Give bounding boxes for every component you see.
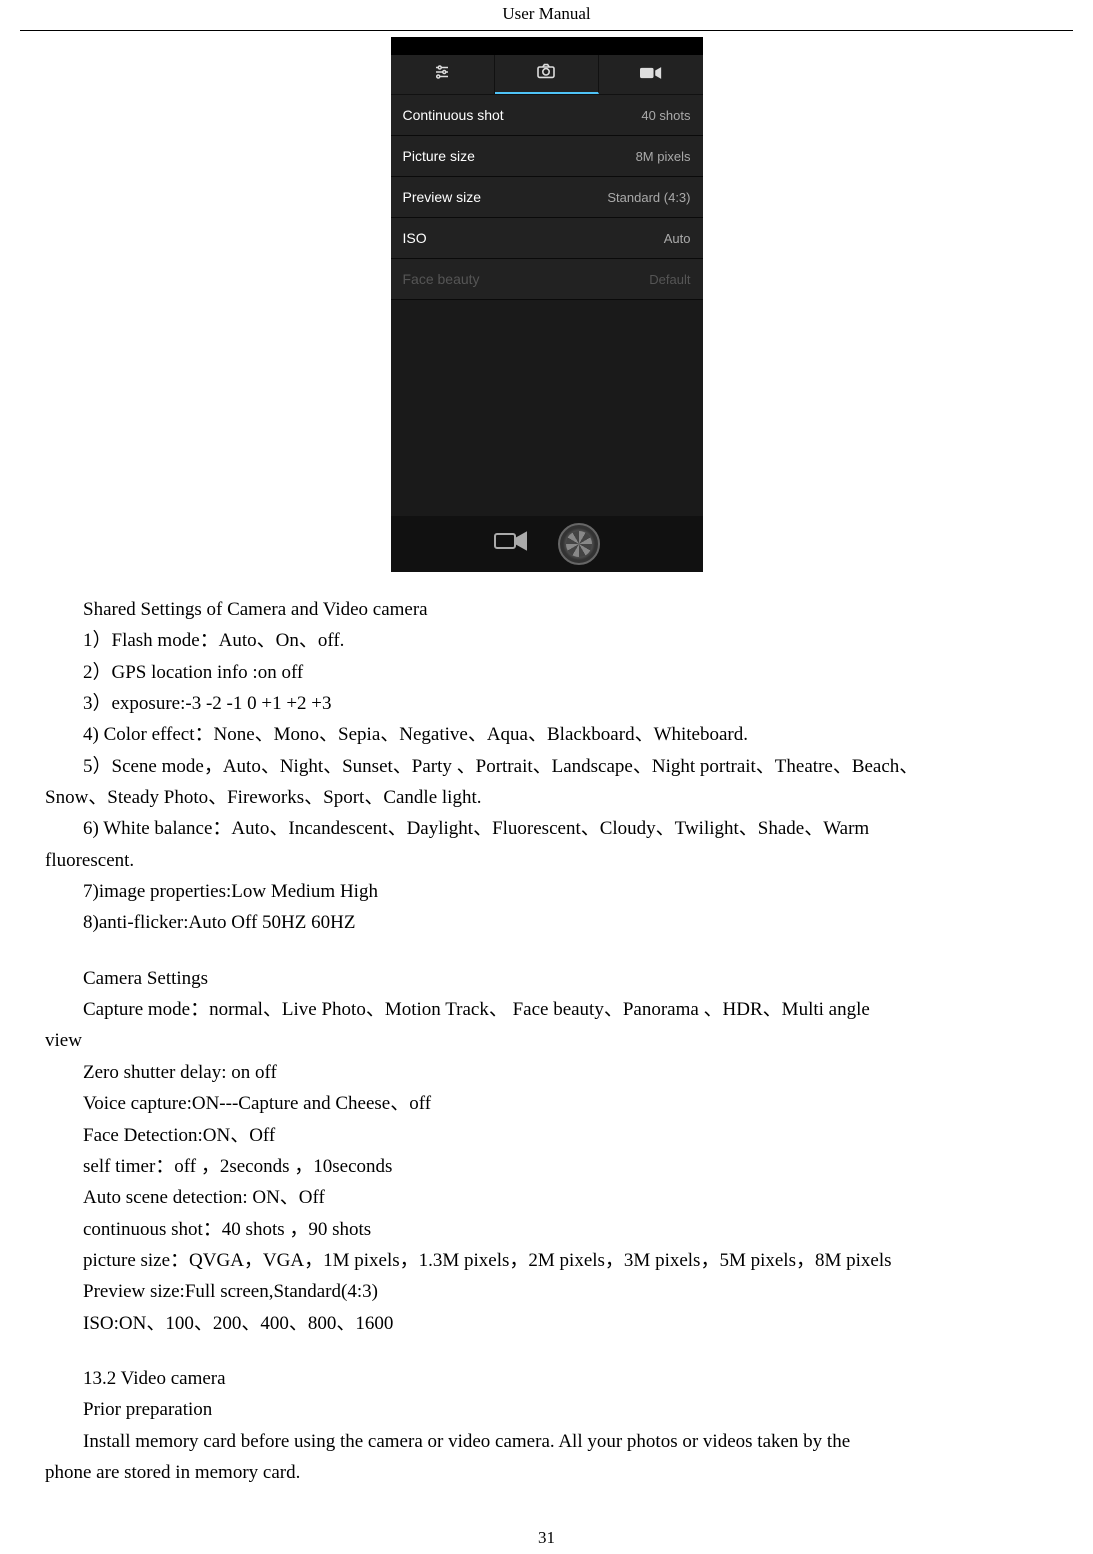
status-bar xyxy=(391,37,703,55)
section-13-2: 13.2 Video camera xyxy=(45,1363,1048,1394)
row-label: ISO xyxy=(403,230,427,246)
row-picture-size[interactable]: Picture size 8M pixels xyxy=(391,136,703,177)
content-body: Shared Settings of Camera and Video came… xyxy=(0,594,1093,1488)
row-value: Standard (4:3) xyxy=(607,190,690,205)
video-icon xyxy=(640,64,662,86)
shared-settings-title: Shared Settings of Camera and Video came… xyxy=(45,594,1048,625)
page-number: 31 xyxy=(0,1528,1093,1548)
camera-bottom-bar xyxy=(391,516,703,572)
body-line: 5）Scene mode，Auto、Night、Sunset、Party 、Po… xyxy=(45,751,1048,782)
body-line: continuous shot：40 shots ，90 shots xyxy=(45,1214,1048,1245)
row-iso[interactable]: ISO Auto xyxy=(391,218,703,259)
body-line: Auto scene detection: ON、Off xyxy=(45,1182,1048,1213)
camera-icon xyxy=(536,63,556,85)
prior-preparation-title: Prior preparation xyxy=(45,1394,1048,1425)
tab-video[interactable] xyxy=(599,55,702,94)
body-line: 2）GPS location info :on off xyxy=(45,657,1048,688)
body-line: picture size：QVGA，VGA，1M pixels，1.3M pix… xyxy=(45,1245,1048,1276)
video-switch-icon[interactable] xyxy=(494,530,528,558)
row-value: 8M pixels xyxy=(636,149,691,164)
camera-tabs xyxy=(391,55,703,95)
body-line: fluorescent. xyxy=(45,845,1048,876)
body-line: Snow、Steady Photo、Fireworks、Sport、Candle… xyxy=(45,782,1048,813)
body-line: phone are stored in memory card. xyxy=(45,1457,1048,1488)
camera-settings-title: Camera Settings xyxy=(45,963,1048,994)
body-line: Capture mode：normal、Live Photo、Motion Tr… xyxy=(45,994,1048,1025)
header-rule xyxy=(20,30,1073,31)
row-value: Auto xyxy=(664,231,691,246)
body-line: Voice capture:ON---Capture and Cheese、of… xyxy=(45,1088,1048,1119)
tab-photo[interactable] xyxy=(495,55,599,94)
body-line: 7)image properties:Low Medium High xyxy=(45,876,1048,907)
row-value: 40 shots xyxy=(641,108,690,123)
body-line: Preview size:Full screen,Standard(4:3) xyxy=(45,1276,1048,1307)
body-line: view xyxy=(45,1025,1048,1056)
body-line: self timer：off ，2seconds ，10seconds xyxy=(45,1151,1048,1182)
shutter-button[interactable] xyxy=(558,523,600,565)
body-line: 8)anti-flicker:Auto Off 50HZ 60HZ xyxy=(45,907,1048,938)
phone-screenshot: Continuous shot 40 shots Picture size 8M… xyxy=(391,37,703,572)
body-line: 1）Flash mode：Auto、On、off. xyxy=(45,625,1048,656)
row-label: Face beauty xyxy=(403,271,480,287)
body-line: 6) White balance：Auto、Incandescent、Dayli… xyxy=(45,813,1048,844)
row-label: Preview size xyxy=(403,189,482,205)
row-preview-size[interactable]: Preview size Standard (4:3) xyxy=(391,177,703,218)
sliders-icon xyxy=(433,63,451,86)
row-value: Default xyxy=(649,272,690,287)
body-line: Install memory card before using the cam… xyxy=(45,1426,1048,1457)
body-line: 3）exposure:-3 -2 -1 0 +1 +2 +3 xyxy=(45,688,1048,719)
row-label: Picture size xyxy=(403,148,475,164)
body-line: 4) Color effect：None、Mono、Sepia、Negative… xyxy=(45,719,1048,750)
tab-settings[interactable] xyxy=(391,55,495,94)
row-label: Continuous shot xyxy=(403,107,504,123)
camera-settings-list: Continuous shot 40 shots Picture size 8M… xyxy=(391,95,703,300)
body-line: ISO:ON、100、200、400、800、1600 xyxy=(45,1308,1048,1339)
row-continuous-shot[interactable]: Continuous shot 40 shots xyxy=(391,95,703,136)
body-line: Face Detection:ON、Off xyxy=(45,1120,1048,1151)
row-face-beauty[interactable]: Face beauty Default xyxy=(391,259,703,300)
body-line: Zero shutter delay: on off xyxy=(45,1057,1048,1088)
screenshot-figure: Continuous shot 40 shots Picture size 8M… xyxy=(0,37,1093,572)
page-header: User Manual xyxy=(0,0,1093,28)
